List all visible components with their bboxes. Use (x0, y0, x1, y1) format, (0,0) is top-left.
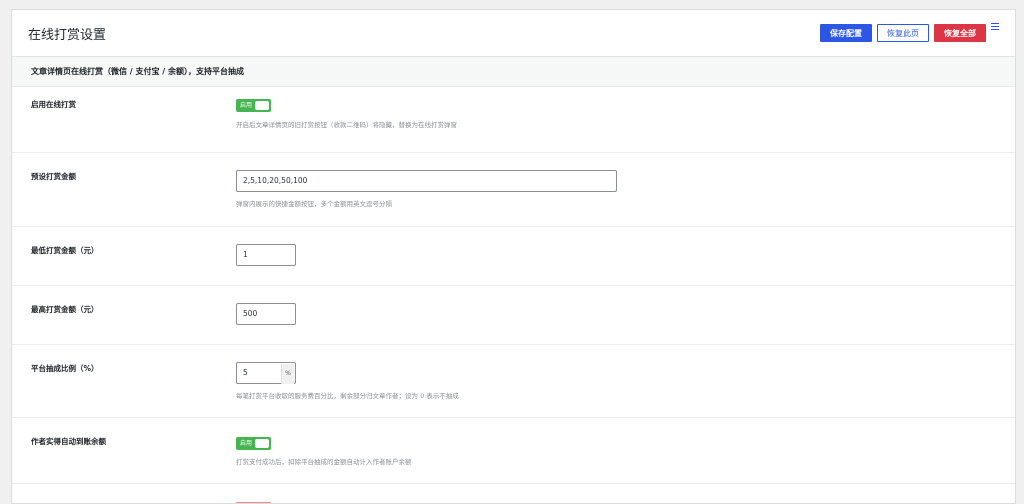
auto-credit-label: 作者实得自动到账余额 (31, 437, 106, 446)
panel-header: 在线打赏设置 保存配置 恢复此页 恢复全部 (12, 10, 1015, 57)
row-enable-reward: 启用在线打赏 启用 开启后文章详情页的旧打赏按钮（收款二维码）将隐藏，替换为在线… (12, 87, 1015, 153)
platform-rate-label: 平台抽成比例（%） (31, 364, 99, 373)
toggle-text: 启用 (240, 102, 253, 109)
platform-rate-help: 每笔打赏平台收取的服务费百分比，剩余部分归文章作者；设为 0 表示不抽成 (236, 392, 459, 400)
percent-suffix: % (281, 364, 294, 384)
max-amount-label: 最高打赏金额（元） (31, 305, 99, 314)
toggle-knob (255, 101, 269, 110)
preset-amounts-help: 弹窗内展示的快捷金额按钮，多个金额用英文逗号分隔 (236, 200, 392, 208)
enable-reward-label: 启用在线打赏 (31, 100, 76, 109)
row-min-amount: 最低打赏金额（元） 1 (12, 227, 1015, 286)
platform-rate-value: 5 (243, 368, 248, 377)
min-amount-label: 最低打赏金额（元） (31, 246, 99, 255)
max-amount-input[interactable]: 500 (236, 303, 296, 325)
header-actions: 保存配置 恢复此页 恢复全部 (820, 23, 999, 42)
toggle-knob (255, 439, 269, 448)
auto-credit-toggle[interactable]: 启用 (236, 437, 271, 450)
save-config-button[interactable]: 保存配置 (820, 24, 872, 42)
auto-credit-help: 打赏支付成功后，扣除平台抽成的金额自动计入作者账户余额 (236, 458, 412, 466)
row-max-amount: 最高打赏金额（元） 500 (12, 286, 1015, 345)
min-amount-input[interactable]: 1 (236, 244, 296, 266)
toggle-text: 启用 (240, 440, 253, 447)
preset-amounts-label: 预设打赏金额 (31, 172, 76, 181)
section-heading: 文章详情页在线打赏（微信 / 支付宝 / 余额），支持平台抽成 (12, 57, 1015, 87)
page-title: 在线打赏设置 (28, 27, 107, 43)
preset-amounts-input[interactable]: 2,5,10,20,50,100 (236, 170, 617, 192)
row-platform-rate: 平台抽成比例（%） 5 % 每笔打赏平台收取的服务费百分比，剩余部分归文章作者；… (12, 345, 1015, 418)
enable-reward-help: 开启后文章详情页的旧打赏按钮（收款二维码）将隐藏，替换为在线打赏弹窗 (236, 121, 457, 129)
restore-all-button[interactable]: 恢复全部 (934, 24, 986, 42)
row-preset-amounts: 预设打赏金额 2,5,10,20,50,100 弹窗内展示的快捷金额按钮，多个金… (12, 153, 1015, 227)
restore-page-button[interactable]: 恢复此页 (877, 24, 929, 42)
platform-rate-input[interactable]: 5 % (236, 362, 296, 384)
menu-icon[interactable] (991, 23, 999, 31)
row-auto-credit: 作者实得自动到账余额 启用 打赏支付成功后，扣除平台抽成的金额自动计入作者账户余… (12, 418, 1015, 484)
settings-panel: 在线打赏设置 保存配置 恢复此页 恢复全部 文章详情页在线打赏（微信 / 支付宝… (11, 9, 1016, 504)
enable-reward-toggle[interactable]: 启用 (236, 99, 271, 112)
